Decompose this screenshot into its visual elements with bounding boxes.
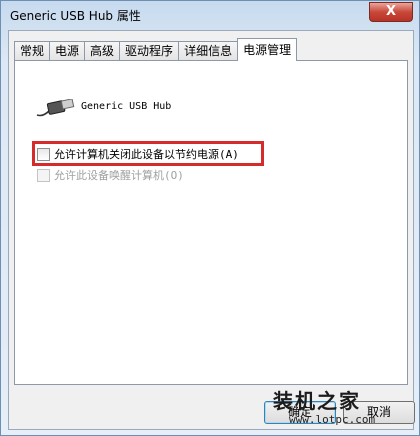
- power-management-panel: Generic USB Hub 允许计算机关闭此设备以节约电源(A) 允许此设备…: [14, 60, 408, 385]
- tab-power[interactable]: 电源: [49, 41, 86, 61]
- tab-advanced[interactable]: 高级: [84, 41, 121, 61]
- allow-power-off-option[interactable]: 允许计算机关闭此设备以节约电源(A): [37, 146, 239, 162]
- dialog-client: 常规 电源 高级 驱动程序 详细信息 电源管理 Generic USB Hub …: [8, 30, 415, 430]
- allow-wake-label: 允许此设备唤醒计算机(O): [54, 169, 184, 182]
- allow-power-off-checkbox[interactable]: [37, 147, 50, 161]
- tab-details[interactable]: 详细信息: [178, 41, 239, 61]
- usb-connector-icon: [36, 99, 75, 117]
- allow-wake-checkbox: [37, 168, 50, 182]
- watermark-url: www.lotpc.com: [289, 413, 376, 426]
- title-bar[interactable]: Generic USB Hub 属性 X: [1, 1, 419, 29]
- device-name: Generic USB Hub: [81, 101, 172, 112]
- close-icon: X: [385, 4, 397, 19]
- close-button[interactable]: X: [369, 2, 413, 22]
- tab-strip: 常规 电源 高级 驱动程序 详细信息 电源管理: [14, 38, 298, 61]
- window-title: Generic USB Hub 属性: [10, 9, 141, 23]
- watermark-brand: 装机之家: [273, 389, 361, 413]
- tab-general[interactable]: 常规: [14, 41, 51, 61]
- properties-dialog: Generic USB Hub 属性 X 常规 电源 高级 驱动程序 详细信息 …: [0, 0, 420, 436]
- tab-driver[interactable]: 驱动程序: [119, 41, 180, 61]
- allow-power-off-label: 允许计算机关闭此设备以节约电源(A): [54, 148, 239, 161]
- tab-power-management[interactable]: 电源管理: [237, 38, 298, 61]
- allow-wake-option: 允许此设备唤醒计算机(O): [37, 167, 184, 183]
